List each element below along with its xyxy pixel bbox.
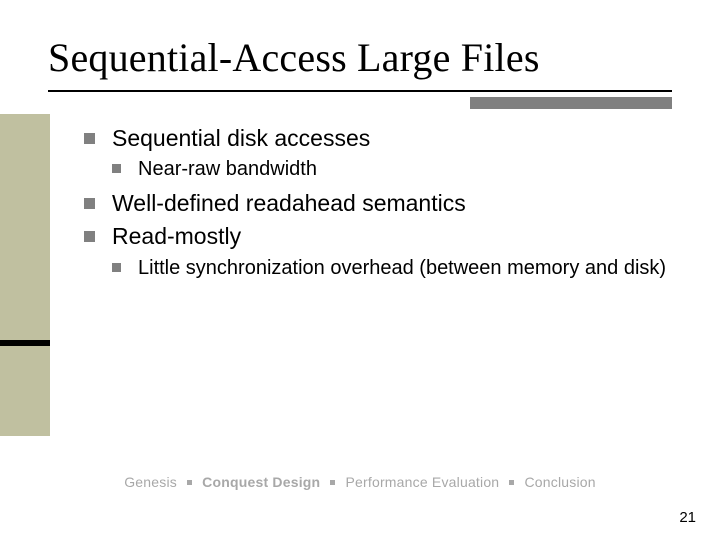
bullet-level1: Well-defined readahead semantics	[84, 189, 684, 218]
bullet-text: Sequential disk accesses	[112, 125, 370, 151]
square-bullet-icon	[84, 198, 95, 209]
sidebar-accent	[0, 114, 50, 436]
square-bullet-icon	[84, 133, 95, 144]
page-number: 21	[679, 509, 696, 526]
bullet-level1: Sequential disk accesses	[84, 124, 684, 153]
breadcrumb-item: Performance Evaluation	[345, 474, 499, 490]
square-bullet-icon	[84, 231, 95, 242]
slide-title: Sequential-Access Large Files	[48, 34, 540, 81]
breadcrumb-item: Genesis	[124, 474, 177, 490]
breadcrumb-item: Conclusion	[525, 474, 596, 490]
breadcrumb-item-current: Conquest Design	[202, 474, 320, 490]
separator-icon	[187, 480, 192, 485]
slide: Sequential-Access Large Files Sequential…	[0, 0, 720, 540]
bullet-text: Little synchronization overhead (between…	[138, 257, 666, 279]
separator-icon	[330, 480, 335, 485]
bullet-text: Read-mostly	[112, 223, 241, 249]
bullet-level1: Read-mostly	[84, 222, 684, 251]
slide-body: Sequential disk accesses Near-raw bandwi…	[84, 124, 684, 288]
bullet-text: Well-defined readahead semantics	[112, 190, 466, 216]
title-underline	[48, 90, 672, 92]
bullet-text: Near-raw bandwidth	[138, 158, 317, 180]
square-bullet-icon	[112, 263, 121, 272]
square-bullet-icon	[112, 164, 121, 173]
separator-icon	[509, 480, 514, 485]
bullet-level2: Little synchronization overhead (between…	[112, 256, 684, 282]
breadcrumb: Genesis Conquest Design Performance Eval…	[0, 474, 720, 490]
bullet-level2: Near-raw bandwidth	[112, 157, 684, 183]
title-accent-bar	[470, 97, 672, 109]
sidebar-tick	[0, 340, 50, 346]
